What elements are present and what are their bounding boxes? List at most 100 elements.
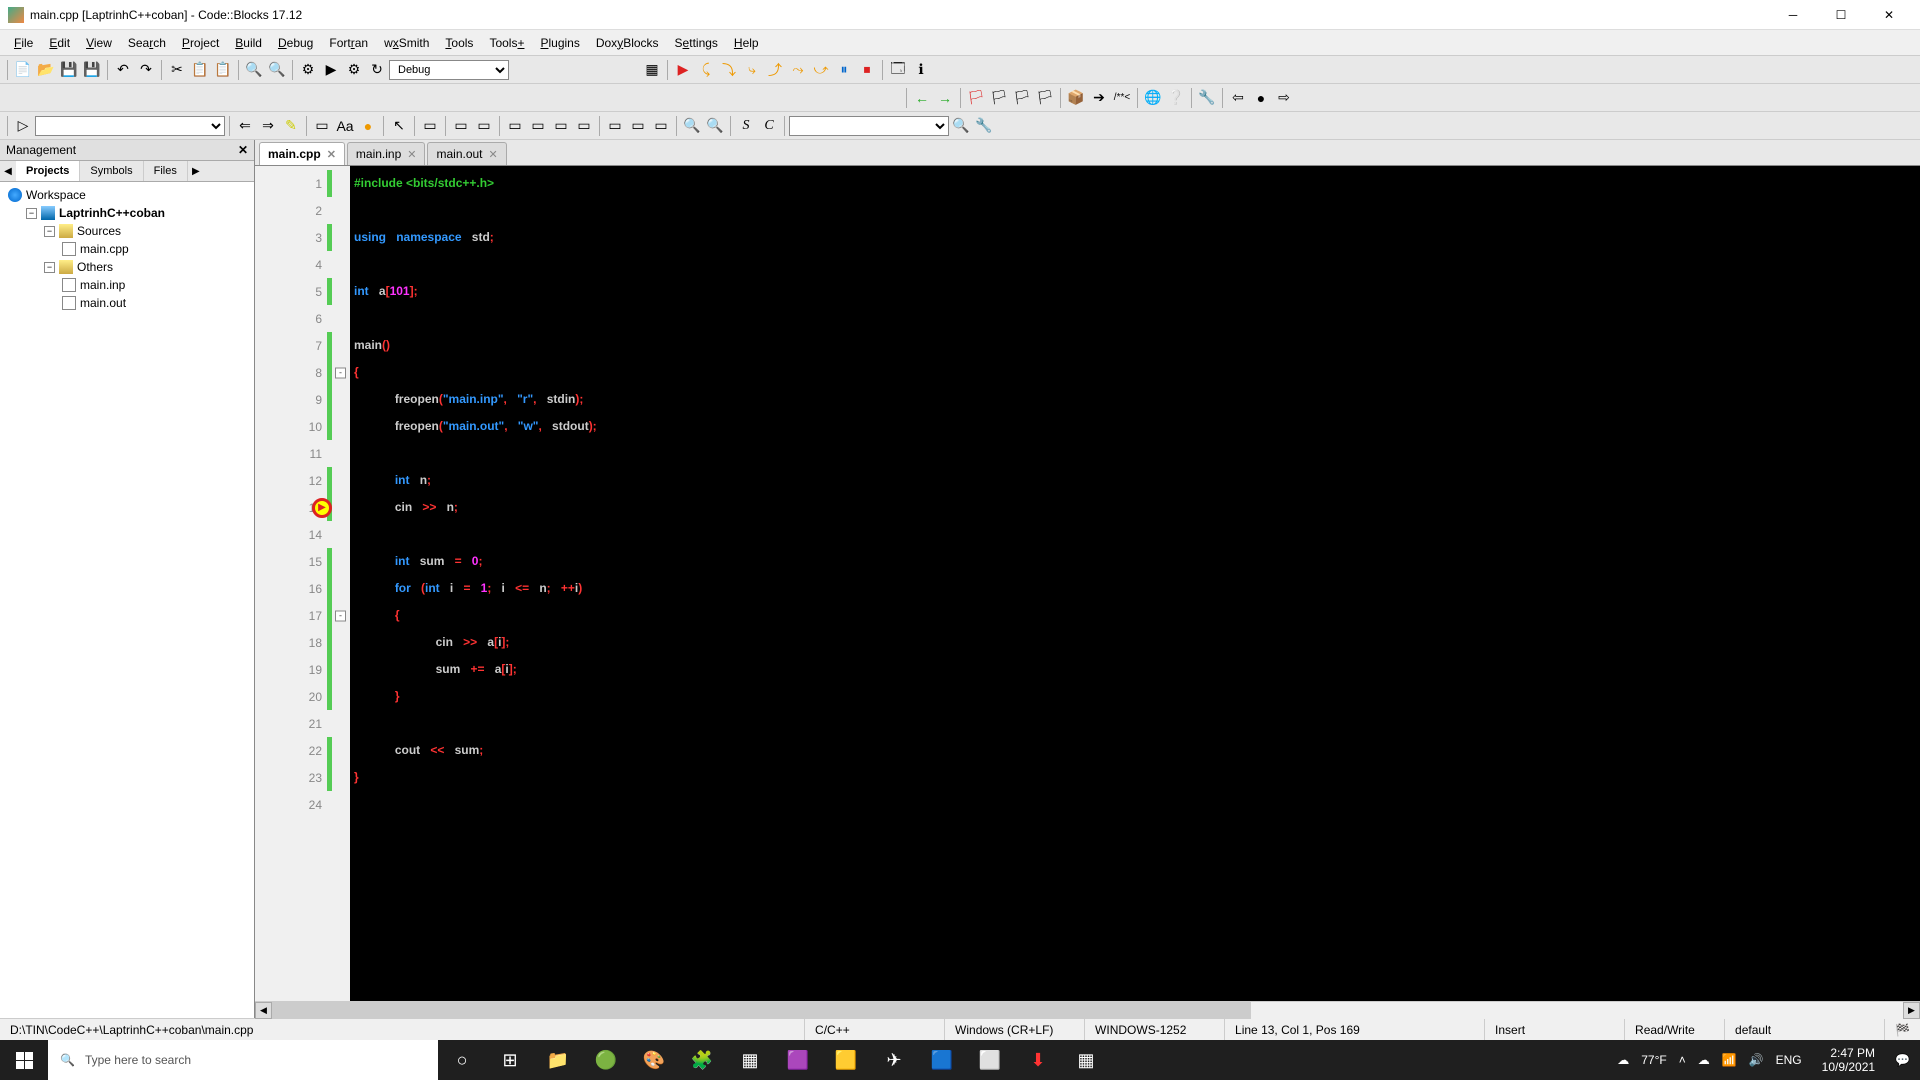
- jump-back-icon[interactable]: ⇐: [234, 115, 256, 137]
- cursor-icon[interactable]: ↖: [388, 115, 410, 137]
- highlight-icon[interactable]: ✎: [280, 115, 302, 137]
- menu-debug[interactable]: Debug: [270, 32, 321, 54]
- undo-icon[interactable]: ↶: [112, 59, 134, 81]
- close-button[interactable]: ✕: [1866, 0, 1912, 30]
- info-icon[interactable]: ℹ: [910, 59, 932, 81]
- weather-icon[interactable]: ☁: [1617, 1053, 1629, 1067]
- tree-file-main-inp[interactable]: main.inp: [58, 276, 250, 294]
- menu-plugins[interactable]: Plugins: [532, 32, 587, 54]
- vscode-icon[interactable]: 🟦: [918, 1040, 966, 1080]
- menu-help[interactable]: Help: [726, 32, 767, 54]
- run-script-icon[interactable]: ▷: [12, 115, 34, 137]
- line-gutter[interactable]: 12345678-910111213▶14151617-181920212223…: [255, 166, 350, 1001]
- script-combo[interactable]: [35, 116, 225, 136]
- start-button[interactable]: [0, 1040, 48, 1080]
- notifications-icon[interactable]: 💬: [1895, 1053, 1910, 1067]
- debug-windows-icon[interactable]: 🗔: [887, 59, 909, 81]
- paste-icon[interactable]: 📋: [212, 59, 234, 81]
- tab-scroll-left-icon[interactable]: ◀: [0, 166, 16, 177]
- menu-fortran[interactable]: Fortran: [321, 32, 376, 54]
- rect5-icon[interactable]: ▭: [527, 115, 549, 137]
- codeblocks-taskbar-icon[interactable]: ▦: [726, 1040, 774, 1080]
- doxy-run-icon[interactable]: ➔: [1088, 87, 1110, 109]
- nav-next-icon[interactable]: ⇨: [1273, 87, 1295, 109]
- debug-run-icon[interactable]: ▶: [672, 59, 694, 81]
- bookmark-toggle-icon[interactable]: 🏳: [965, 87, 987, 109]
- next-instr-icon[interactable]: ⤳: [787, 59, 809, 81]
- management-close-icon[interactable]: ✕: [238, 143, 248, 157]
- rect3-icon[interactable]: ▭: [473, 115, 495, 137]
- menu-settings[interactable]: Settings: [667, 32, 726, 54]
- wifi-icon[interactable]: 📶: [1722, 1053, 1737, 1067]
- expand-icon[interactable]: −: [44, 226, 55, 237]
- onedrive-icon[interactable]: ☁: [1698, 1053, 1710, 1067]
- save-icon[interactable]: 💾: [58, 59, 80, 81]
- app-icon-6[interactable]: ⬜: [966, 1040, 1014, 1080]
- tab-close-icon[interactable]: ✕: [407, 148, 416, 161]
- dot-icon[interactable]: ●: [357, 115, 379, 137]
- build-icon[interactable]: ⚙: [297, 59, 319, 81]
- wrench-icon[interactable]: 🔧: [1196, 87, 1218, 109]
- doxy-block-icon[interactable]: 📦: [1065, 87, 1087, 109]
- symbol-combo[interactable]: [789, 116, 949, 136]
- scroll-left-icon[interactable]: ◀: [255, 1002, 272, 1019]
- menu-build[interactable]: Build: [227, 32, 270, 54]
- language-indicator[interactable]: ENG: [1776, 1053, 1802, 1067]
- code-editor[interactable]: #include <bits/stdc++.h> using namespace…: [350, 166, 1920, 1001]
- rect10-icon[interactable]: ▭: [650, 115, 672, 137]
- rect2-icon[interactable]: ▭: [450, 115, 472, 137]
- tree-file-main-cpp[interactable]: main.cpp: [58, 240, 250, 258]
- menu-tools[interactable]: Tools: [437, 32, 481, 54]
- next-line-icon[interactable]: ⤵: [718, 59, 740, 81]
- rect4-icon[interactable]: ▭: [504, 115, 526, 137]
- pycharm-icon[interactable]: 🟨: [822, 1040, 870, 1080]
- menu-toolsplus[interactable]: Tools+: [481, 32, 532, 54]
- tree-workspace[interactable]: Workspace: [4, 186, 250, 204]
- forward-icon[interactable]: →: [934, 87, 956, 109]
- app-icon-3[interactable]: 🧩: [678, 1040, 726, 1080]
- build-target-combo[interactable]: Debug: [389, 60, 509, 80]
- tab-projects[interactable]: Projects: [16, 161, 80, 181]
- rect7-icon[interactable]: ▭: [573, 115, 595, 137]
- tab-files[interactable]: Files: [144, 161, 188, 181]
- task-view-icon[interactable]: ⊞: [486, 1040, 534, 1080]
- run-to-cursor-icon[interactable]: ⤹: [695, 59, 717, 81]
- replace-icon[interactable]: 🔍: [266, 59, 288, 81]
- doxy-html-icon[interactable]: 🌐: [1142, 87, 1164, 109]
- jump-fwd-icon[interactable]: ⇒: [257, 115, 279, 137]
- back-icon[interactable]: ←: [911, 87, 933, 109]
- break-icon[interactable]: ⏸: [833, 59, 855, 81]
- app-icon-7[interactable]: ⬇: [1014, 1040, 1062, 1080]
- open-icon[interactable]: 📂: [35, 59, 57, 81]
- editor-tab-main-out[interactable]: main.out✕: [427, 142, 506, 165]
- tab-close-icon[interactable]: ✕: [327, 148, 336, 161]
- doxy-comment-icon[interactable]: /**<: [1111, 87, 1133, 109]
- bookmark-prev-icon[interactable]: 🏳: [988, 87, 1010, 109]
- tree-others-folder[interactable]: − Others: [40, 258, 250, 276]
- rebuild-icon[interactable]: ↻: [366, 59, 388, 81]
- stop-debug-icon[interactable]: ⏹: [856, 59, 878, 81]
- save-all-icon[interactable]: 💾: [81, 59, 103, 81]
- app-icon-2[interactable]: 🎨: [630, 1040, 678, 1080]
- rect9-icon[interactable]: ▭: [627, 115, 649, 137]
- abort-icon[interactable]: ▦: [641, 59, 663, 81]
- toggle-comment-icon[interactable]: Aa: [334, 115, 356, 137]
- rect1-icon[interactable]: ▭: [419, 115, 441, 137]
- app-icon-1[interactable]: 🟢: [582, 1040, 630, 1080]
- clock[interactable]: 2:47 PM 10/9/2021: [1814, 1046, 1883, 1075]
- maximize-button[interactable]: ☐: [1818, 0, 1864, 30]
- options-icon[interactable]: 🔧: [973, 115, 995, 137]
- weather-temp[interactable]: 77°F: [1641, 1053, 1666, 1067]
- redo-icon[interactable]: ↷: [135, 59, 157, 81]
- menu-file[interactable]: File: [6, 32, 41, 54]
- step-out-icon[interactable]: ⤴: [764, 59, 786, 81]
- step-into-icon[interactable]: ⤷: [741, 59, 763, 81]
- expand-icon[interactable]: −: [44, 262, 55, 273]
- c-icon[interactable]: C: [758, 115, 780, 137]
- step-instr-icon[interactable]: ⤻: [810, 59, 832, 81]
- expand-icon[interactable]: −: [26, 208, 37, 219]
- menu-view[interactable]: View: [78, 32, 120, 54]
- cut-icon[interactable]: ✂: [166, 59, 188, 81]
- menu-doxyblocks[interactable]: DoxyBlocks: [588, 32, 667, 54]
- scroll-right-icon[interactable]: ▶: [1903, 1002, 1920, 1019]
